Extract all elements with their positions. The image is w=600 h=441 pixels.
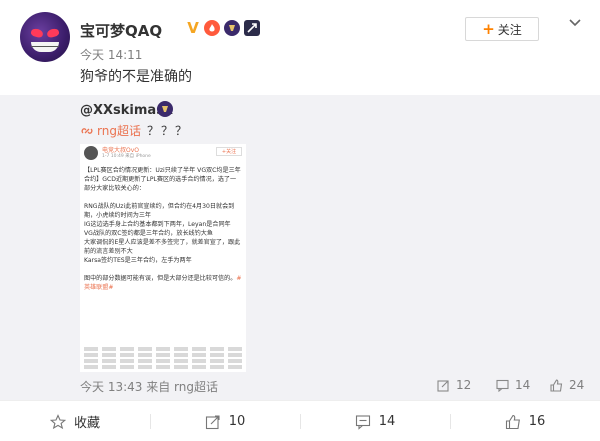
avatar[interactable] <box>20 12 70 62</box>
image-table <box>84 347 242 369</box>
fire-badge-icon[interactable] <box>204 20 220 36</box>
comment-button-count: 14 <box>378 414 396 429</box>
post-username[interactable]: 宝可梦QAQ <box>80 20 162 41</box>
image-avatar <box>84 146 98 160</box>
avatar-eye-left <box>30 27 44 39</box>
like-count: 24 <box>569 378 585 392</box>
like-button-count: 16 <box>528 414 546 429</box>
avatar-mouth <box>31 42 59 52</box>
favorite-label: 收藏 <box>73 416 100 431</box>
star-icon <box>49 413 66 429</box>
comment-count: 14 <box>515 378 531 392</box>
repost-text: ？？？ <box>146 124 189 138</box>
plus-icon: + <box>482 20 495 38</box>
repost-topic-line: rng超话 ？？？ <box>80 122 189 139</box>
comment-button[interactable]: 14 <box>300 401 450 441</box>
favorite-button[interactable]: 收藏 <box>0 401 150 441</box>
repost-count: 12 <box>456 378 472 392</box>
star-badge-icon[interactable] <box>244 20 260 36</box>
lol-badge-icon[interactable] <box>224 20 240 36</box>
repost-repost-count[interactable]: 12 <box>437 378 471 392</box>
image-body: 【LPL赛区合约情况更新：Uzi只续了半年 VG双C均是三年合约】GCD近期更新… <box>84 167 241 282</box>
image-post-header: 电竞大叔OvO 1-7 10:49 来自 iPhone +关注 <box>80 144 246 164</box>
link-icon <box>81 127 93 134</box>
user-badges: V <box>186 19 260 37</box>
follow-label: 关注 <box>497 22 522 37</box>
post-time[interactable]: 今天 14:11 <box>80 46 142 63</box>
vip-v-icon[interactable]: V <box>186 19 200 37</box>
comment-icon <box>355 414 370 430</box>
repost-time-source[interactable]: 今天 13:43 来自 rng超话 <box>80 378 218 395</box>
action-bar: 收藏 10 14 16 <box>0 400 600 441</box>
repost-button[interactable]: 10 <box>150 401 300 441</box>
image-body-text: 【LPL赛区合约情况更新：Uzi只续了半年 VG双C均是三年合约】GCD近期更新… <box>84 166 242 292</box>
repost-icon <box>205 414 220 429</box>
thumbs-up-icon <box>505 414 520 429</box>
weibo-post-card: 宝可梦QAQ V 今天 14:11 + 关注 狗爷的不是准确的 @XXskima… <box>0 0 600 441</box>
repost-like-count[interactable]: 24 <box>550 378 584 392</box>
comment-icon <box>496 379 509 392</box>
lol-badge-icon[interactable] <box>157 101 173 117</box>
image-follow: +关注 <box>216 147 242 156</box>
avatar-eye-right <box>46 27 60 39</box>
reposted-content: @XXskimask rng超话 ？？？ 电竞大叔OvO 1-7 10:49 来… <box>0 95 600 400</box>
chevron-down-icon[interactable] <box>568 16 582 30</box>
attached-image[interactable]: 电竞大叔OvO 1-7 10:49 来自 iPhone +关注 【LPL赛区合约… <box>80 144 246 372</box>
post-text: 狗爷的不是准确的 <box>80 69 192 85</box>
like-button[interactable]: 16 <box>450 401 600 441</box>
repost-comment-count[interactable]: 14 <box>496 378 530 392</box>
image-meta: 1-7 10:49 来自 iPhone <box>102 154 151 159</box>
topic-link[interactable]: rng超话 <box>97 122 141 139</box>
repost-icon <box>437 379 449 392</box>
follow-button[interactable]: + 关注 <box>465 17 539 41</box>
comment-active-caret <box>372 392 388 400</box>
repost-button-count: 10 <box>228 414 246 429</box>
thumbs-up-icon <box>550 378 563 392</box>
